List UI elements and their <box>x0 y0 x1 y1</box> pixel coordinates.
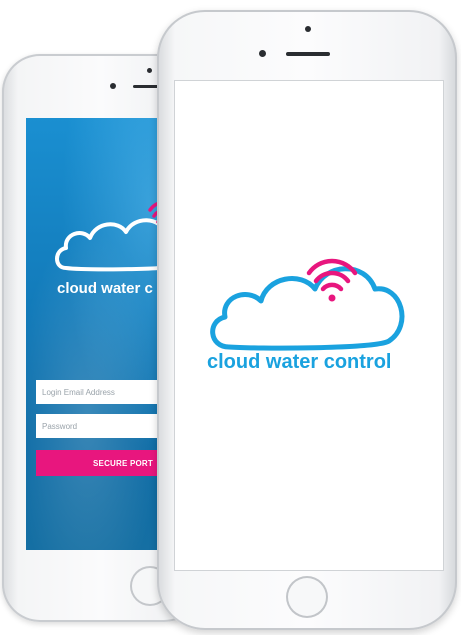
front-camera-icon <box>147 68 152 73</box>
sensor-dot-icon <box>110 83 116 89</box>
cloud-wifi-logo-icon <box>210 258 405 351</box>
front-phone: cloud water control <box>157 10 457 630</box>
splash-screen: cloud water control <box>174 80 444 571</box>
login-logo-text: cloud water c <box>57 280 153 297</box>
speaker-grill-icon <box>286 52 330 56</box>
sensor-dot-icon <box>259 50 266 57</box>
front-camera-icon <box>305 26 311 32</box>
front-home-button-icon[interactable] <box>286 576 328 618</box>
splash-logo-text: cloud water control <box>207 351 392 373</box>
